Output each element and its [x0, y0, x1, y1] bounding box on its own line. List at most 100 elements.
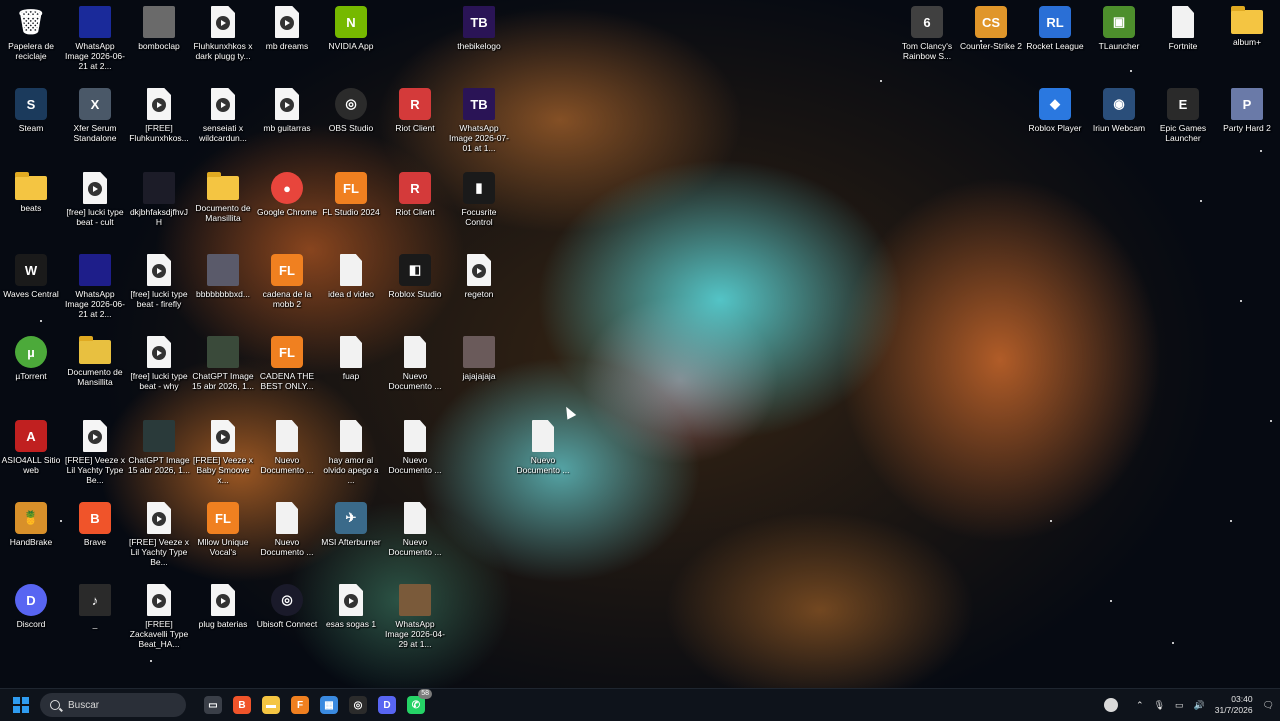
desktop-icon[interactable]: [FREE] Veeze x Lil Yachty Type Be...	[128, 500, 190, 567]
windows-icon	[13, 697, 29, 713]
app-icon: ◆	[1039, 88, 1071, 120]
desktop-icon[interactable]: regeton	[448, 252, 510, 299]
desktop-icon-label: ChatGPT Image 15 abr 2026, 1...	[192, 371, 254, 391]
desktop-icon[interactable]: [FREE] Fluhkunxhkos...	[128, 86, 190, 143]
desktop-icon[interactable]: esas sogas 1	[320, 582, 382, 629]
desktop-icon[interactable]: mb guitarras	[256, 86, 318, 133]
desktop-icon[interactable]: S Steam	[0, 86, 62, 133]
desktop-icon[interactable]: D Discord	[0, 582, 62, 629]
desktop-icon[interactable]: A ASIO4ALL Sitio web	[0, 418, 62, 475]
desktop-icon[interactable]: hay amor al olvido apego a ...	[320, 418, 382, 485]
taskbar-whatsapp-button[interactable]: ✆ 58	[403, 689, 432, 718]
desktop-icon[interactable]: ◧ Roblox Studio	[384, 252, 446, 299]
taskbar-microsoft-store-button[interactable]: ▦	[316, 692, 342, 718]
microphone-icon[interactable]: 🎙	[1154, 700, 1165, 711]
desktop-icon[interactable]: ♪ _	[64, 582, 126, 629]
desktop-icon[interactable]: Documento de Mansillita	[64, 334, 126, 387]
desktop-icon[interactable]: P Party Hard 2	[1216, 86, 1278, 133]
desktop-icon[interactable]: X Xfer Serum Standalone	[64, 86, 126, 143]
desktop-icon[interactable]: ChatGPT Image 15 abr 2026, 1...	[128, 418, 190, 475]
desktop-icon[interactable]: WhatsApp Image 2026-04-29 at 1...	[384, 582, 446, 649]
desktop-icon[interactable]: E Epic Games Launcher	[1152, 86, 1214, 143]
desktop-icon[interactable]: WhatsApp Image 2026-06-21 at 2...	[64, 252, 126, 319]
taskbar-file-explorer-button[interactable]: ▬	[258, 692, 284, 718]
desktop-icon-label: Iriun Webcam	[1092, 123, 1146, 133]
desktop-icon[interactable]: Nuevo Documento ...	[256, 418, 318, 475]
desktop-icon[interactable]: Fluhkunxhkos x dark plugg ty...	[192, 4, 254, 61]
desktop-icon[interactable]: ▮ Focusrite Control	[448, 170, 510, 227]
desktop-icon[interactable]: jajajajaja	[448, 334, 510, 381]
desktop-icon[interactable]: Documento de Mansillita	[192, 170, 254, 223]
desktop-icon-label: dkjbhfaksdjfhvJH	[129, 207, 189, 227]
desktop-icon[interactable]: B Brave	[64, 500, 126, 547]
weather-icon[interactable]	[1104, 698, 1119, 712]
desktop-icon[interactable]: ◎ OBS Studio	[320, 86, 382, 133]
desktop-icon[interactable]: 🗑 Papelera de reciclaje	[0, 4, 62, 62]
desktop-icon[interactable]: ChatGPT Image 15 abr 2026, 1...	[192, 334, 254, 391]
taskbar-discord-button[interactable]: D	[374, 692, 400, 718]
desktop-icon[interactable]: 6 Tom Clancy's Rainbow S...	[896, 4, 958, 61]
notifications-icon[interactable]: 🗨	[1263, 700, 1274, 711]
desktop-icon[interactable]: ▣ TLauncher	[1088, 4, 1150, 51]
desktop-icon[interactable]: fuap	[320, 334, 382, 381]
desktop-icon-label: regeton	[464, 289, 494, 299]
desktop-icon[interactable]: N NVIDIA App	[320, 4, 382, 51]
desktop-icon-label: idea d video	[328, 289, 374, 299]
desktop-icon[interactable]: ✈ MSI Afterburner	[320, 500, 382, 547]
desktop-icon-label: Roblox Studio	[388, 289, 442, 299]
desktop-icon[interactable]: [FREE] Zackavelli Type Beat_HA...	[128, 582, 190, 649]
taskbar-brave-button[interactable]: B	[229, 692, 255, 718]
desktop-icon[interactable]: bbbbbbbbxd...	[192, 252, 254, 299]
desktop-icon-label: Party Hard 2	[1223, 123, 1271, 133]
desktop-icon[interactable]: 🍍 HandBrake	[0, 500, 62, 547]
desktop-icon[interactable]: [free] lucki type beat - firefly	[128, 252, 190, 309]
search-box[interactable]: Buscar	[40, 693, 186, 717]
desktop-icon[interactable]: [FREE] Veeze x Lil Yachty Type Be...	[64, 418, 126, 485]
desktop-icon[interactable]: [free] lucki type beat - why	[128, 334, 190, 391]
desktop-icon[interactable]: R Riot Client	[384, 170, 446, 217]
desktop-icon[interactable]: TB WhatsApp Image 2026-07-01 at 1...	[448, 86, 510, 153]
desktop-icon[interactable]: senseiati x wildcardun...	[192, 86, 254, 143]
desktop-icon[interactable]: Nuevo Documento ...	[384, 418, 446, 475]
desktop-icon[interactable]: FL cadena de la mobb 2	[256, 252, 318, 309]
desktop-icon[interactable]: bomboclap	[128, 4, 190, 51]
clock[interactable]: 03:40 31/7/2026	[1215, 694, 1253, 716]
desktop-icon[interactable]: RL Rocket League	[1024, 4, 1086, 51]
desktop-icon[interactable]: TB thebikelogo	[448, 4, 510, 51]
desktop-icon[interactable]: album+	[1216, 4, 1278, 47]
taskbar-obs-button[interactable]: ◎	[345, 692, 371, 718]
desktop-icon[interactable]: FL Mllow Unique Vocal's	[192, 500, 254, 557]
desktop-icon[interactable]: FL FL Studio 2024	[320, 170, 382, 217]
desktop-icon[interactable]: Nuevo Documento ...	[256, 500, 318, 557]
desktop-icon[interactable]: W Waves Central	[0, 252, 62, 299]
desktop-icon[interactable]: R Riot Client	[384, 86, 446, 133]
network-icon[interactable]: ▭	[1175, 700, 1184, 711]
desktop-icon[interactable]: FL CADENA THE BEST ONLY...	[256, 334, 318, 391]
desktop-icon[interactable]: mb dreams	[256, 4, 318, 51]
desktop-icon[interactable]: dkjbhfaksdjfhvJH	[128, 170, 190, 227]
volume-icon[interactable]: 🔊	[1194, 700, 1205, 711]
desktop-icon[interactable]: CS Counter-Strike 2	[960, 4, 1022, 51]
app-icon: FL	[271, 336, 303, 368]
desktop-icon[interactable]: [FREE] Veeze x Baby Smoove x...	[192, 418, 254, 485]
desktop-icon[interactable]: ◉ Iriun Webcam	[1088, 86, 1150, 133]
desktop-icon[interactable]: ◆ Roblox Player	[1024, 86, 1086, 133]
desktop-icon[interactable]: idea d video	[320, 252, 382, 299]
start-button[interactable]	[8, 692, 34, 718]
desktop-icon[interactable]: Nuevo Documento ...	[384, 334, 446, 391]
desktop-icon[interactable]: ● Google Chrome	[256, 170, 318, 217]
taskbar-task-view-button[interactable]: ▭	[200, 692, 226, 718]
desktop-icon[interactable]: beats	[0, 170, 62, 213]
desktop-icon[interactable]: Fortnite	[1152, 4, 1214, 51]
desktop-icon[interactable]: µ µTorrent	[0, 334, 62, 381]
desktop-icon[interactable]: Nuevo Documento ...	[384, 500, 446, 557]
desktop-icon[interactable]: Nuevo Documento ...	[512, 418, 574, 475]
desktop-icon[interactable]: plug baterias	[192, 582, 254, 629]
taskbar-fl-studio-button[interactable]: F	[287, 692, 313, 718]
desktop-icon[interactable]: [free] lucki type beat - cult	[64, 170, 126, 227]
desktop-icon[interactable]: ◎ Ubisoft Connect	[256, 582, 318, 629]
desktop-icon-label: Brave	[83, 537, 107, 547]
chevron-up-icon[interactable]: ⌃	[1136, 700, 1144, 711]
desktop-icon[interactable]: WhatsApp Image 2026-06-21 at 2...	[64, 4, 126, 71]
desktop-icon-label: HandBrake	[9, 537, 53, 547]
